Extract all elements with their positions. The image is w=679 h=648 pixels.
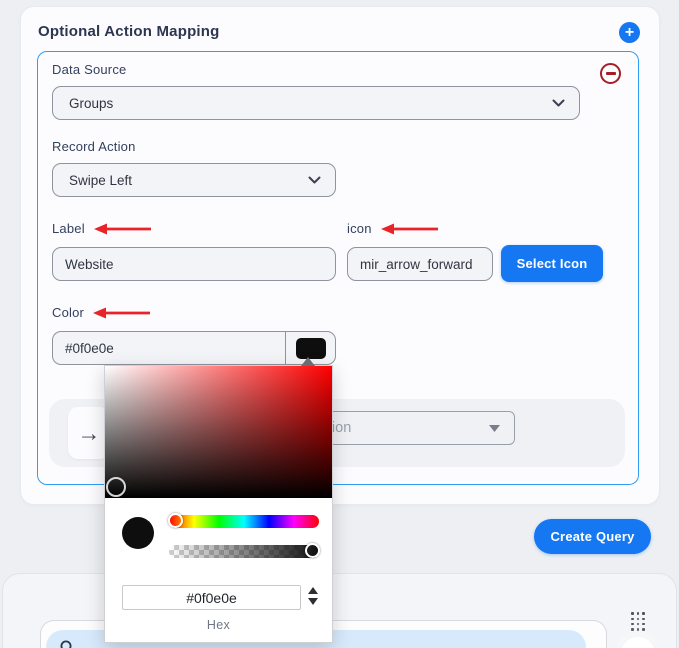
red-arrow-icon: [93, 223, 151, 234]
stepper-down-icon[interactable]: [308, 598, 318, 605]
record-action-value: Swipe Left: [69, 172, 133, 188]
icon-field-label: icon: [347, 221, 372, 236]
hue-slider-handle[interactable]: [168, 513, 183, 528]
alpha-slider-handle[interactable]: [305, 543, 320, 558]
arrow-right-icon: →: [77, 419, 101, 446]
color-input[interactable]: [52, 331, 286, 365]
search-icon: [60, 640, 72, 648]
alpha-gradient: [169, 545, 319, 558]
record-action-label: Record Action: [52, 139, 136, 154]
red-arrow-icon: [380, 223, 438, 234]
chevron-down-icon: [308, 176, 321, 183]
color-swatch: [295, 337, 326, 359]
data-source-value: Groups: [69, 95, 114, 111]
saturation-cursor[interactable]: [106, 477, 126, 497]
label-field-label-row: Label: [52, 221, 154, 236]
alpha-slider[interactable]: [169, 543, 320, 558]
card-title: Optional Action Mapping: [38, 23, 220, 40]
create-query-button[interactable]: Create Query: [534, 519, 651, 554]
add-mapping-button[interactable]: +: [619, 22, 640, 43]
color-picker-popup: Hex: [104, 357, 333, 643]
hex-format-label: Hex: [206, 618, 231, 632]
plus-icon: +: [624, 23, 635, 41]
color-preview-circle: [122, 517, 154, 549]
chevron-down-icon: [552, 99, 565, 106]
select-icon-button[interactable]: Select Icon: [501, 245, 603, 282]
hue-slider[interactable]: [168, 513, 319, 528]
caret-down-icon: [489, 424, 500, 432]
stepper-up-icon[interactable]: [308, 587, 318, 594]
icon-field-label-row: icon: [347, 221, 441, 236]
data-source-select[interactable]: Groups: [52, 86, 580, 120]
icon-input[interactable]: [347, 247, 493, 281]
remove-mapping-button[interactable]: [600, 63, 621, 84]
label-input[interactable]: [52, 247, 336, 281]
popup-caret-icon: [301, 357, 315, 366]
hex-stepper[interactable]: [308, 587, 318, 605]
page-root: { "header": { "title": "Optional Action …: [0, 0, 679, 648]
saturation-panel[interactable]: [105, 366, 332, 498]
red-arrow-icon: [93, 307, 151, 318]
drag-handle-icon[interactable]: [630, 611, 646, 632]
label-field-label: Label: [52, 221, 85, 236]
hex-input[interactable]: [122, 585, 301, 610]
data-source-label: Data Source: [52, 62, 127, 77]
record-action-select[interactable]: Swipe Left: [52, 163, 336, 197]
minus-icon: [605, 72, 616, 75]
color-field-label-row: Color: [52, 305, 153, 320]
color-field-label: Color: [52, 305, 85, 320]
